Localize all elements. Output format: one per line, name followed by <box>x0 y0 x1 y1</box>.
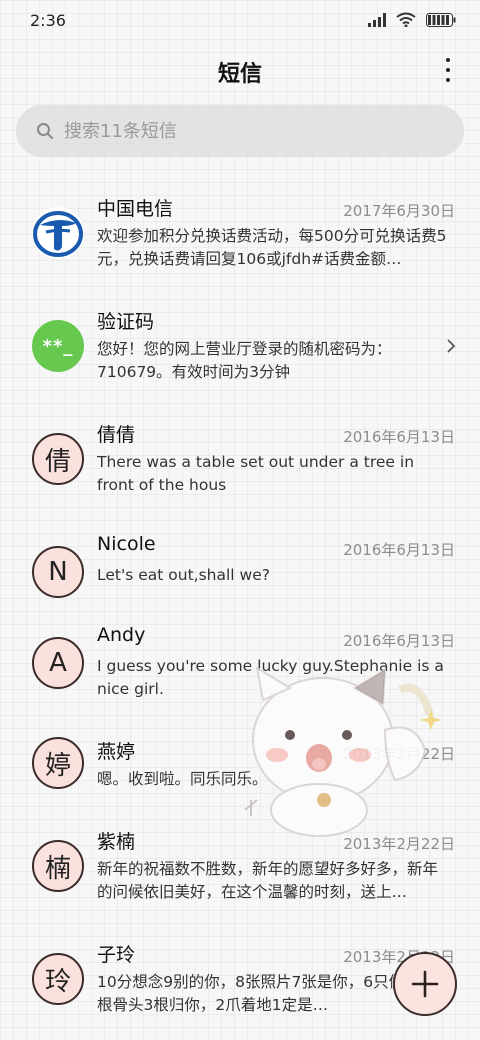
avatar-text: 婷 <box>44 750 71 781</box>
more-options-button[interactable] <box>438 58 458 82</box>
avatar: A <box>32 637 84 689</box>
title-bar: 短信 <box>0 48 480 92</box>
status-bar: 2:36 <box>0 0 480 40</box>
avatar: 倩 <box>32 433 84 485</box>
conversation-item[interactable]: A Andy 2016年6月13日 I guess you're some lu… <box>0 608 480 718</box>
message-date: 2013年2月22日 <box>343 745 455 763</box>
plus-icon <box>411 970 439 998</box>
avatar: 楠 <box>32 840 84 892</box>
contact-name: 倩倩 <box>97 424 136 446</box>
compose-button[interactable] <box>393 952 457 1016</box>
battery-icon <box>426 12 456 27</box>
wifi-icon <box>396 12 416 27</box>
avatar-text: **_ <box>42 335 74 357</box>
search-box[interactable] <box>16 105 464 157</box>
message-preview: Let's eat out,shall we? <box>97 566 270 584</box>
message-date: 2013年2月22日 <box>343 835 455 853</box>
message-preview: I guess you're some lucky guy.Stephanie … <box>97 657 444 698</box>
message-date: 2016年6月13日 <box>343 632 455 650</box>
message-date: 2016年6月13日 <box>343 541 455 559</box>
message-preview: 您好！您的网上营业厅登录的随机密码为：710679。有效时间为3分钟 <box>97 340 392 381</box>
avatar: N <box>32 546 84 598</box>
avatar-text: 倩 <box>44 446 71 477</box>
conversation-item[interactable]: 楠 紫楠 2013年2月22日 新年的祝福数不胜数，新年的愿望好多好多，新年的问… <box>0 811 480 921</box>
avatar: 婷 <box>32 737 84 789</box>
contact-name: 燕婷 <box>97 741 136 763</box>
avatar-text: 玲 <box>44 966 71 997</box>
signal-icon <box>368 12 386 27</box>
conversation-item[interactable]: 倩 倩倩 2016年6月13日 There was a table set ou… <box>0 404 480 514</box>
conversation-item[interactable]: 中国电信 2017年6月30日 欢迎参加积分兑换话费活动，每500分可兑换话费5… <box>0 178 480 288</box>
avatar: **_ <box>32 320 84 372</box>
avatar-text: 楠 <box>44 853 71 884</box>
message-preview: 嗯。收到啦。同乐同乐。 <box>97 770 268 788</box>
status-icons <box>368 12 456 27</box>
message-date: 2017年6月30日 <box>343 202 455 220</box>
contact-name: Nicole <box>97 533 156 555</box>
avatar-text: N <box>48 557 68 587</box>
contact-name: 紫楠 <box>97 831 136 853</box>
telecom-logo-icon <box>33 211 83 257</box>
conversation-item[interactable]: **_ 验证码 您好！您的网上营业厅登录的随机密码为：710679。有效时间为3… <box>0 291 480 401</box>
contact-name: 子玲 <box>97 944 136 966</box>
contact-name: 中国电信 <box>97 198 174 220</box>
telecom-logo-avatar <box>32 207 84 259</box>
message-date: 2016年6月13日 <box>343 428 455 446</box>
message-preview: 新年的祝福数不胜数，新年的愿望好多好多，新年的问候依旧美好，在这个温馨的时刻，送… <box>97 860 439 901</box>
more-vertical-icon <box>446 58 450 62</box>
message-preview: 欢迎参加积分兑换话费活动，每500分可兑换话费5元，兑换话费请回复106或jfd… <box>97 227 447 268</box>
search-icon <box>37 123 53 139</box>
avatar-text: A <box>49 648 67 678</box>
page-title: 短信 <box>217 62 262 87</box>
status-time: 2:36 <box>30 11 66 30</box>
avatar: 玲 <box>32 953 84 1005</box>
search-input[interactable] <box>64 105 444 157</box>
message-preview: There was a table set out under a tree i… <box>97 453 415 494</box>
contact-name: Andy <box>97 624 146 646</box>
contact-name: 验证码 <box>97 311 155 333</box>
